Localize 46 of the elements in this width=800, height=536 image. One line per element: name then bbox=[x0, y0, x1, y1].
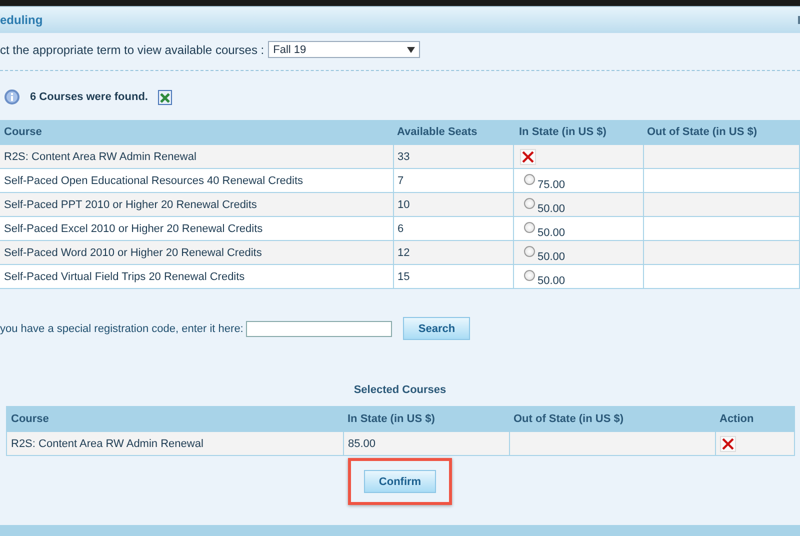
column-header: Course bbox=[6, 406, 344, 432]
table-cell: 7 bbox=[393, 168, 513, 192]
column-header: In State (in US $) bbox=[513, 120, 643, 144]
table-cell: Self-Paced Word 2010 or Higher 20 Renewal Credits bbox=[0, 240, 393, 264]
remove-button[interactable] bbox=[720, 436, 736, 452]
result-message: 6 Courses were found. bbox=[30, 91, 148, 103]
column-header: In State (in US $) bbox=[344, 406, 510, 432]
code-field[interactable] bbox=[246, 320, 392, 336]
table-cell: R2S: Content Area RW Admin Renewal bbox=[0, 144, 393, 168]
price-label: 50.00 bbox=[538, 274, 566, 286]
radio-button[interactable] bbox=[524, 270, 534, 280]
column-header: Out of State (in US $) bbox=[643, 120, 800, 144]
table-cell: R2S: Content Area RW Admin Renewal bbox=[6, 432, 344, 456]
column-header: Action bbox=[716, 406, 794, 432]
table-cell: 6 bbox=[393, 216, 513, 240]
remove-button[interactable] bbox=[520, 148, 536, 164]
table-cell: 33 bbox=[393, 144, 513, 168]
price-label: 50.00 bbox=[538, 202, 566, 214]
table-cell: 10 bbox=[393, 192, 513, 216]
term-dropdown[interactable]: Fall 19 bbox=[268, 41, 420, 58]
confirm-button[interactable]: Confirm bbox=[364, 470, 436, 493]
info-icon bbox=[4, 89, 20, 105]
table-cell: 12 bbox=[393, 240, 513, 264]
radio-button[interactable] bbox=[524, 222, 534, 232]
column-header: Out of State (in US $) bbox=[510, 406, 716, 432]
table-cell: Self-Paced Excel 2010 or Higher 20 Renewal Credits bbox=[0, 216, 393, 240]
term-label: ct the appropriate term to view available courses : bbox=[0, 42, 264, 56]
caret-icon bbox=[407, 46, 416, 52]
table-cell: 15 bbox=[393, 264, 513, 288]
table-cell: 85.00 bbox=[344, 432, 510, 456]
price-label: 75.00 bbox=[538, 178, 566, 190]
price-label: 50.00 bbox=[538, 226, 566, 238]
radio-button[interactable] bbox=[524, 198, 534, 208]
radio-button[interactable] bbox=[524, 174, 534, 184]
column-header: Course bbox=[0, 120, 393, 144]
section-title: eduling bbox=[0, 13, 43, 27]
radio-button[interactable] bbox=[524, 246, 534, 256]
table-cell: Self-Paced Open Educational Resources 40 Renewal Credits bbox=[0, 168, 393, 192]
price-label: 50.00 bbox=[538, 250, 566, 262]
table-cell: Self-Paced Virtual Field Trips 20 Renewal Credits bbox=[0, 264, 393, 288]
code-label: you have a special registration code, enter it here: bbox=[0, 322, 244, 334]
column-header: Available Seats bbox=[393, 120, 513, 144]
spreadsheet-icon[interactable] bbox=[158, 90, 172, 104]
section-title: Selected Courses bbox=[354, 384, 446, 396]
table-cell: Self-Paced PPT 2010 or Higher 20 Renewal Credits bbox=[0, 192, 393, 216]
search-button[interactable]: Search bbox=[403, 317, 470, 340]
